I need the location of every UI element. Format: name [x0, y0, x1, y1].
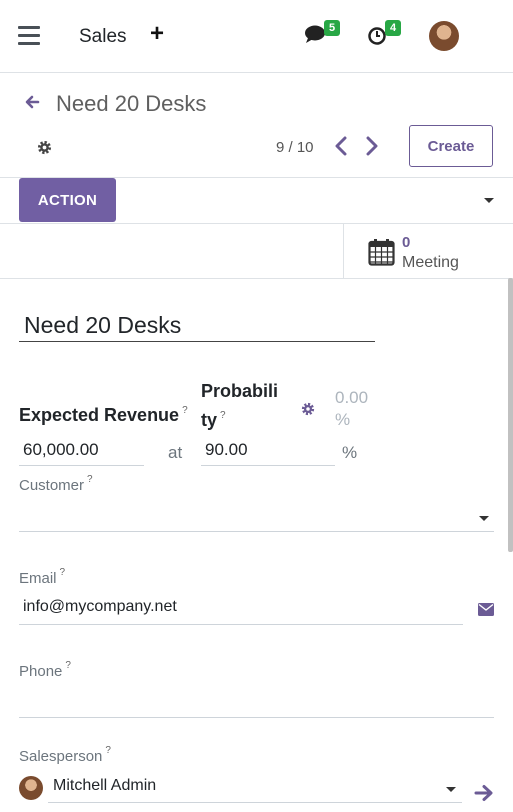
probability-label-line2: ty? [201, 410, 226, 431]
breadcrumb-record-title: Need 20 Desks [56, 91, 207, 116]
envelope-icon[interactable] [478, 603, 494, 621]
phone-input[interactable] [19, 690, 494, 718]
divider [0, 278, 513, 279]
salesperson-external-link-arrow-icon[interactable] [474, 784, 494, 807]
phone-label: Phone? [19, 660, 71, 680]
menu-toggle-icon[interactable] [18, 26, 40, 45]
meeting-count: 0 [402, 234, 411, 251]
quick-create-plus-icon[interactable]: + [150, 20, 164, 48]
customer-input[interactable] [19, 505, 494, 532]
probability-percent: % [342, 443, 358, 462]
automated-probability-value: 0.00 [335, 388, 369, 407]
activities-count-badge: 4 [385, 20, 402, 36]
app-name[interactable]: Sales [79, 26, 127, 48]
email-label: Email? [19, 567, 66, 587]
salesperson-avatar [19, 776, 43, 800]
email-label-text: Email [19, 570, 57, 587]
email-input[interactable]: info@mycompany.net [19, 598, 463, 625]
probability-gear-icon[interactable] [301, 402, 315, 421]
help-tooltip-icon[interactable]: ? [87, 474, 93, 485]
chat-icon [305, 25, 325, 43]
help-tooltip-icon[interactable]: ? [182, 405, 188, 416]
gear-icon[interactable] [37, 140, 52, 160]
scrollbar[interactable] [508, 278, 513, 552]
user-avatar[interactable] [429, 21, 459, 51]
help-tooltip-icon[interactable]: ? [220, 410, 226, 421]
salesperson-label-text: Salesperson [19, 748, 103, 765]
help-tooltip-icon[interactable]: ? [65, 660, 71, 671]
expected-revenue-label: Expected Revenue? [19, 405, 188, 426]
top-navbar: Sales + 5 4 [0, 0, 513, 73]
automated-probability-percent: % [335, 410, 351, 429]
expected-revenue-input[interactable]: 60,000.00 [19, 440, 144, 466]
customer-label: Customer? [19, 474, 93, 494]
help-tooltip-icon[interactable]: ? [105, 745, 111, 756]
statusbar-dropdown-caret-icon[interactable] [484, 198, 494, 203]
opportunity-name-input[interactable]: Need 20 Desks [19, 312, 375, 342]
customer-label-text: Customer [19, 477, 85, 494]
at-label: at [168, 443, 183, 462]
probability-label-text: ty [201, 410, 218, 430]
pager-next-icon[interactable] [365, 136, 379, 161]
customer-dropdown-caret-icon[interactable] [479, 516, 489, 521]
meeting-label: Meeting [402, 254, 459, 271]
back-arrow-icon[interactable] [24, 94, 40, 115]
phone-label-text: Phone [19, 663, 63, 680]
salesperson-label: Salesperson? [19, 745, 111, 765]
expected-revenue-label-text: Expected Revenue [19, 405, 180, 425]
messages-button[interactable]: 5 [304, 20, 341, 49]
salesperson-dropdown-caret-icon[interactable] [446, 787, 456, 792]
create-button[interactable]: Create [409, 125, 493, 167]
clock-icon [368, 27, 386, 45]
activities-button[interactable]: 4 [367, 20, 402, 51]
calendar-icon [368, 238, 395, 271]
probability-input[interactable]: 90.00 [201, 440, 335, 466]
action-button[interactable]: ACTION [19, 178, 116, 222]
pager-value[interactable]: 9 / 10 [276, 139, 314, 156]
help-tooltip-icon[interactable]: ? [60, 567, 66, 578]
salesperson-input[interactable]: Mitchell Admin [48, 777, 462, 803]
probability-label-line1: Probabili [201, 381, 279, 401]
pager-previous-icon[interactable] [334, 136, 348, 161]
messages-count-badge: 5 [324, 20, 341, 36]
